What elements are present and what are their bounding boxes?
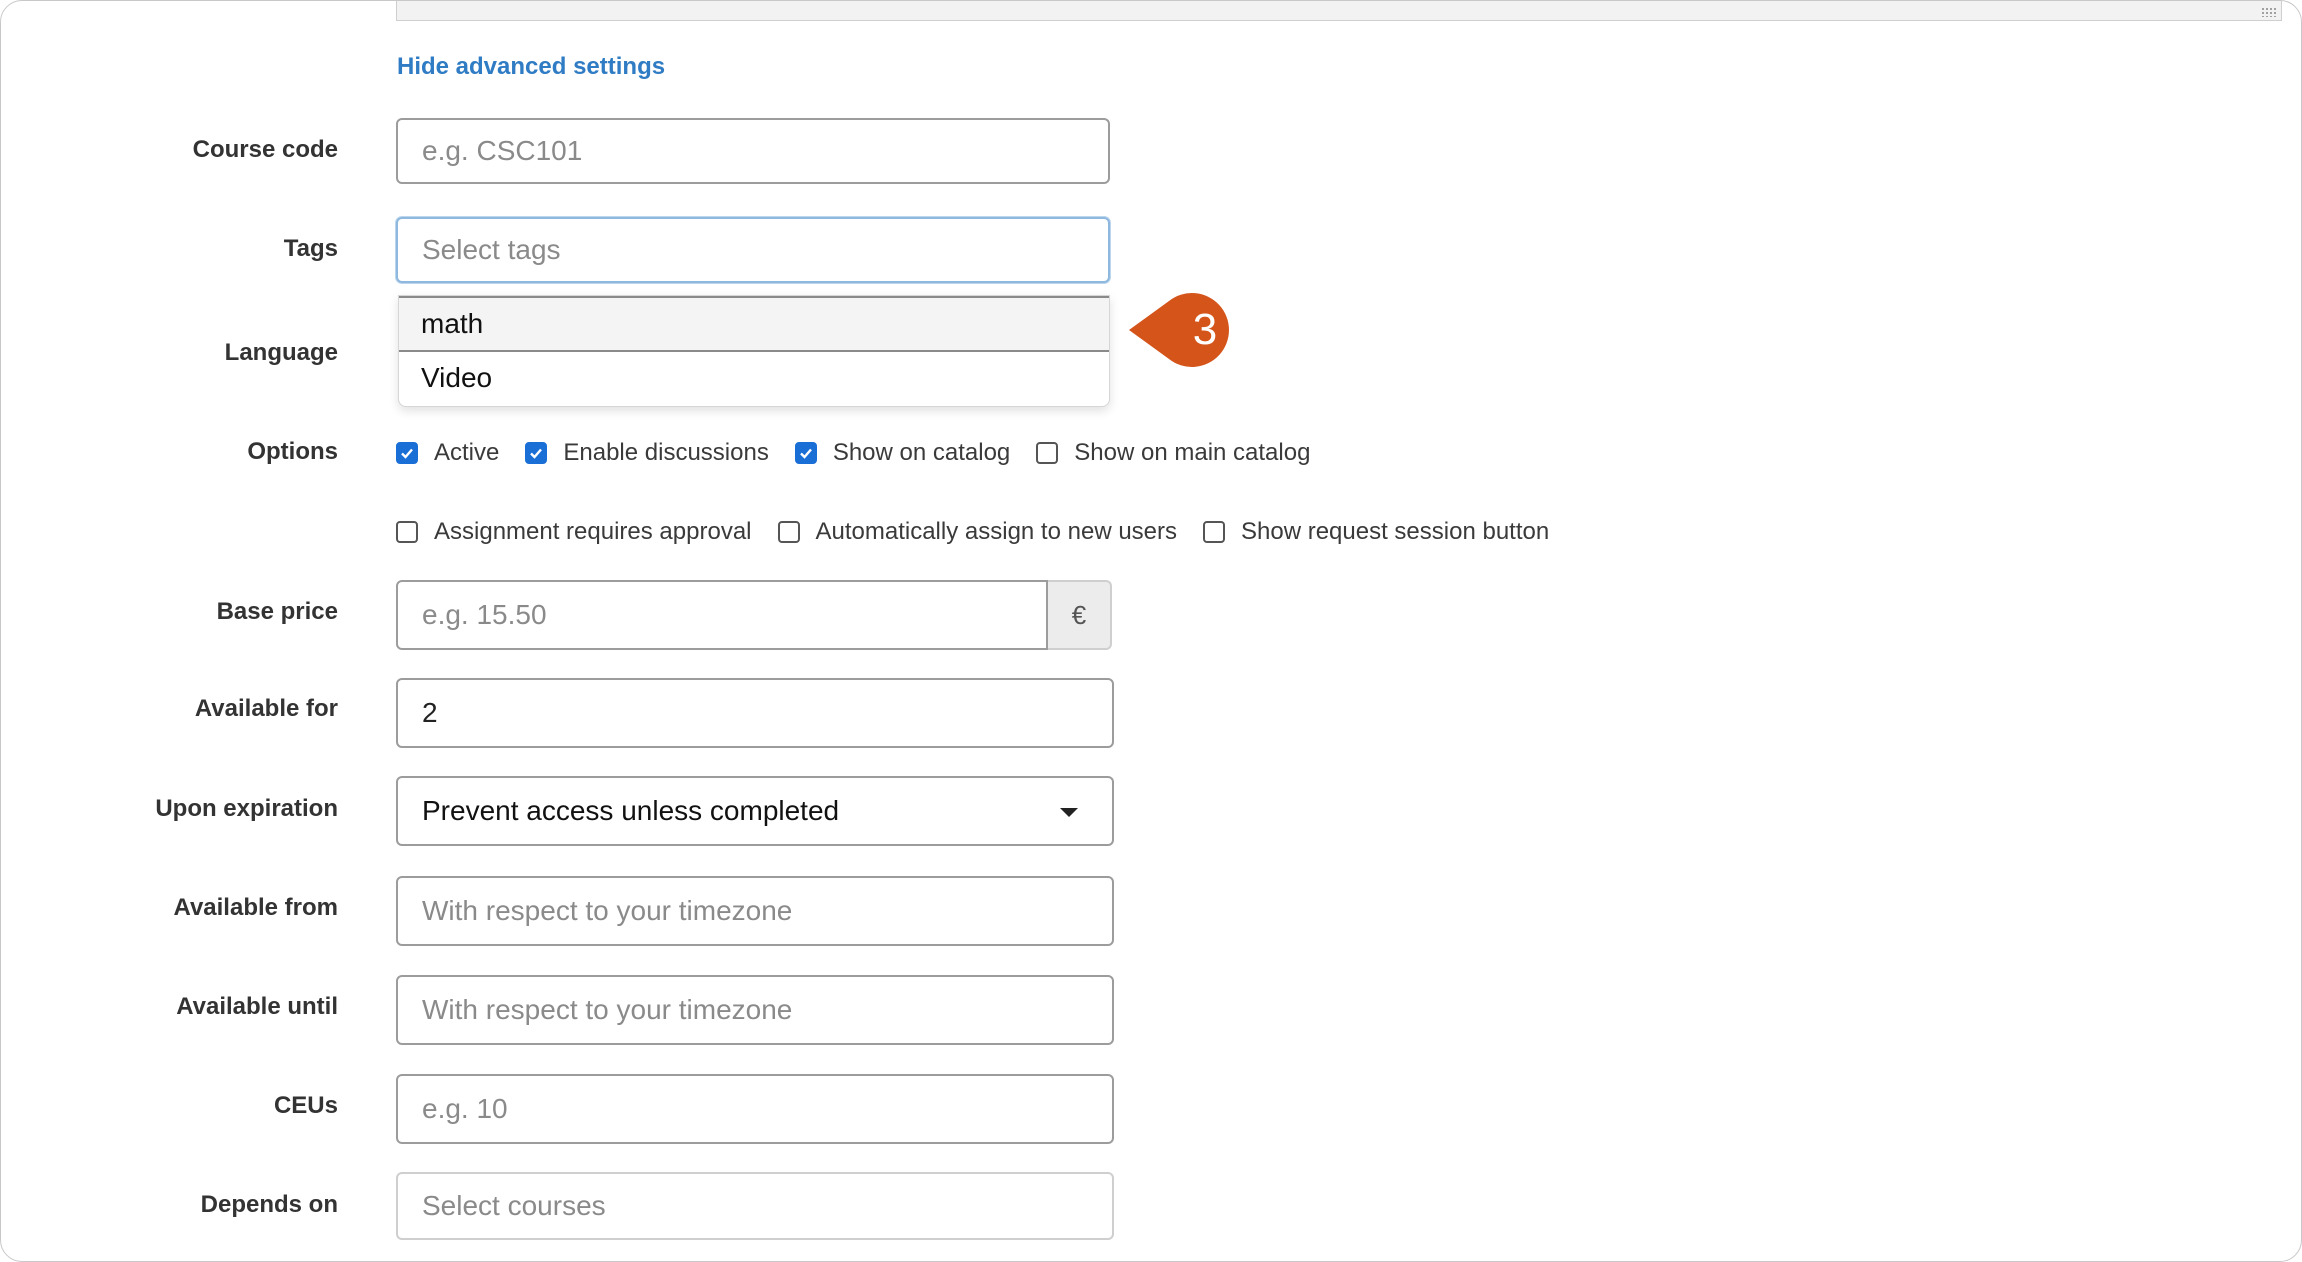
options-row-1: Active Enable discussions Show on catalo… <box>396 436 1336 470</box>
upon-expiration-select[interactable]: Prevent access unless completed <box>396 776 1114 846</box>
option-show-on-main-catalog[interactable]: Show on main catalog <box>1036 439 1310 467</box>
depends-on-label: Depends on <box>200 1191 338 1218</box>
auto-assign-new-users-checkbox[interactable] <box>777 521 800 543</box>
active-checkbox[interactable] <box>396 442 418 464</box>
active-checkbox-label: Active <box>434 439 500 466</box>
base-price-group: € <box>396 580 1112 650</box>
upon-expiration-selected-value: Prevent access unless completed <box>422 795 840 826</box>
assignment-requires-approval-checkbox-label: Assignment requires approval <box>434 518 752 545</box>
option-auto-assign-new-users[interactable]: Automatically assign to new users <box>777 518 1178 546</box>
tag-option-math[interactable]: math <box>399 296 1109 352</box>
base-price-input[interactable] <box>396 580 1048 650</box>
chevron-down-icon <box>1060 808 1078 817</box>
option-show-on-catalog[interactable]: Show on catalog <box>794 439 1011 467</box>
base-price-label: Base price <box>216 598 338 625</box>
option-assignment-requires-approval[interactable]: Assignment requires approval <box>396 518 752 546</box>
currency-addon: € <box>1048 580 1112 650</box>
enable-discussions-checkbox-label: Enable discussions <box>563 439 769 466</box>
resize-grip-icon[interactable] <box>2261 7 2277 17</box>
course-code-input[interactable] <box>396 118 1110 184</box>
show-request-session-button-checkbox[interactable] <box>1203 521 1225 543</box>
option-enable-discussions[interactable]: Enable discussions <box>525 439 769 467</box>
enable-discussions-checkbox[interactable] <box>525 442 548 464</box>
show-on-catalog-checkbox-label: Show on catalog <box>832 439 1011 466</box>
available-from-input[interactable] <box>396 876 1114 946</box>
assignment-requires-approval-checkbox[interactable] <box>396 521 418 543</box>
available-for-input[interactable] <box>396 678 1114 748</box>
depends-on-input[interactable] <box>396 1172 1114 1240</box>
hide-advanced-settings-link[interactable]: Hide advanced settings <box>397 53 665 81</box>
description-editor-bottom <box>396 1 2282 21</box>
tags-label: Tags <box>283 235 338 262</box>
options-label: Options <box>247 438 338 465</box>
available-from-label: Available from <box>173 894 339 921</box>
course-code-label: Course code <box>192 136 338 163</box>
ceus-label: CEUs <box>273 1092 338 1119</box>
available-until-input[interactable] <box>396 975 1114 1045</box>
upon-expiration-label: Upon expiration <box>155 795 338 822</box>
option-active[interactable]: Active <box>396 439 499 467</box>
tags-input[interactable] <box>396 217 1110 283</box>
show-on-main-catalog-checkbox[interactable] <box>1036 442 1059 464</box>
show-request-session-button-checkbox-label: Show request session button <box>1241 518 1550 545</box>
step-callout-number: 3 <box>1192 305 1218 354</box>
show-on-catalog-checkbox[interactable] <box>794 442 817 464</box>
options-row-2: Assignment requires approval Automatical… <box>396 515 1575 549</box>
tag-option-video[interactable]: Video <box>399 352 1109 404</box>
available-until-label: Available until <box>176 993 338 1020</box>
ceus-input[interactable] <box>396 1074 1114 1144</box>
language-label: Language <box>224 339 338 366</box>
tags-dropdown: math Video <box>398 295 1110 407</box>
show-on-main-catalog-checkbox-label: Show on main catalog <box>1074 439 1311 466</box>
option-show-request-session-button[interactable]: Show request session button <box>1203 518 1549 546</box>
auto-assign-new-users-checkbox-label: Automatically assign to new users <box>815 518 1178 545</box>
settings-panel: Hide advanced settings Course code Tags … <box>0 0 2302 1262</box>
available-for-label: Available for <box>194 695 338 722</box>
